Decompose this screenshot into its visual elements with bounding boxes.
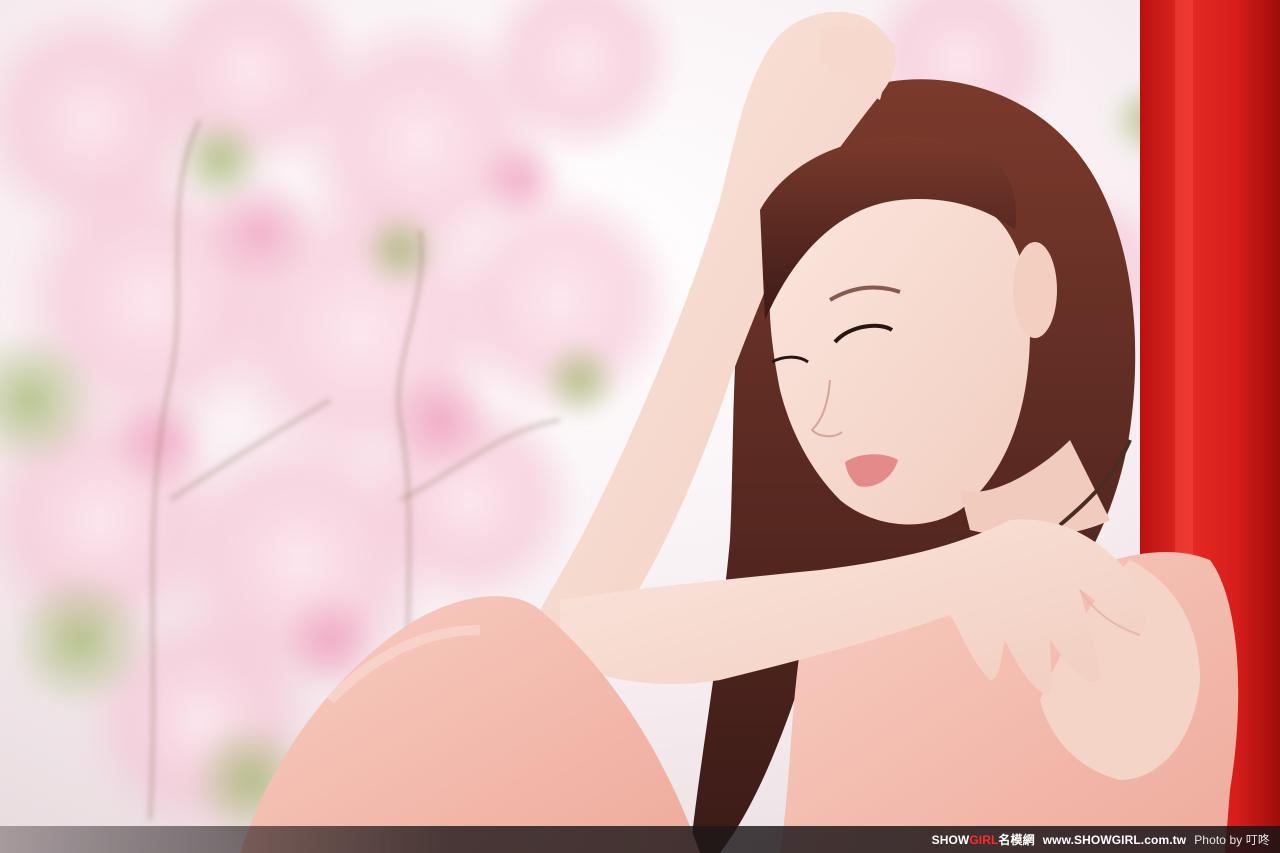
site-url: www.SHOWGIRL.com.tw — [1042, 833, 1187, 847]
brand-prefix: SHOW — [931, 833, 970, 847]
photo-scene — [0, 0, 1280, 853]
watermark-bar: SHOWGIRL名模網 www.SHOWGIRL.com.tw Photo by 叮… — [0, 826, 1280, 853]
brand-suffix: 名模網 — [998, 833, 1035, 847]
photo-credit-label: Photo by — [1194, 833, 1243, 847]
portrait-photo: SHOWGIRL名模網 www.SHOWGIRL.com.tw Photo by 叮… — [0, 0, 1280, 853]
watermark-text: SHOWGIRL名模網 www.SHOWGIRL.com.tw Photo by 叮… — [932, 831, 1270, 848]
brand-accent: GIRL — [969, 833, 999, 847]
photographer-name: 叮咚 — [1245, 833, 1270, 847]
